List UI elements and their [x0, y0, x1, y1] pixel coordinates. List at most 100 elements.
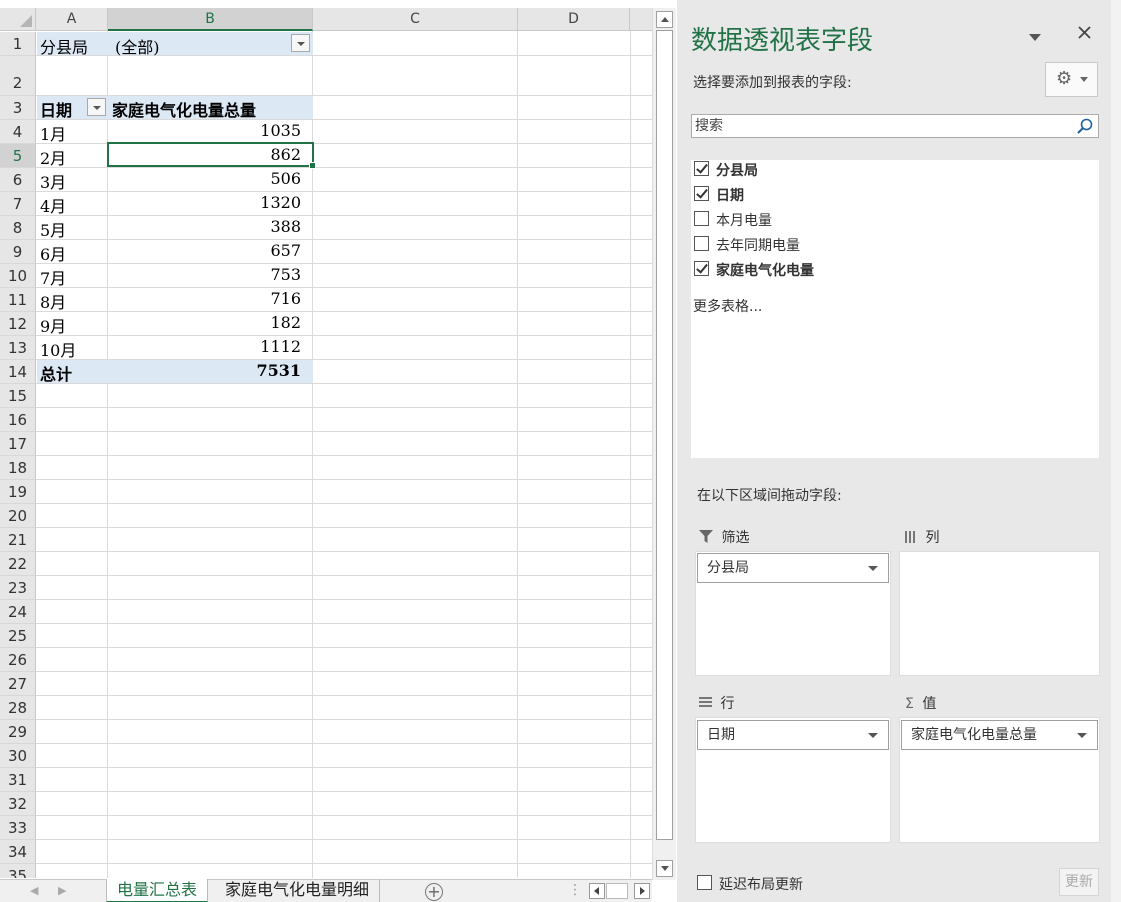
pivot-row-header-dropdown-icon[interactable]: [87, 98, 106, 116]
row-header-19[interactable]: 19: [0, 480, 36, 504]
pivot-row-value[interactable]: 1112: [108, 337, 313, 356]
row-header-27[interactable]: 27: [0, 672, 36, 696]
hscroll-left-icon[interactable]: [589, 883, 605, 899]
row-header-16[interactable]: 16: [0, 408, 36, 432]
pivot-row-label[interactable]: 9月: [40, 313, 66, 337]
chevron-down-icon[interactable]: [868, 733, 878, 738]
add-sheet-icon[interactable]: +: [425, 883, 443, 901]
pivot-row-value[interactable]: 657: [108, 241, 313, 260]
pivot-row-value[interactable]: 1035: [108, 121, 313, 140]
row-header-30[interactable]: 30: [0, 744, 36, 768]
select-all-corner[interactable]: [0, 8, 36, 31]
row-header-20[interactable]: 20: [0, 504, 36, 528]
pivot-filter-value[interactable]: (全部): [115, 34, 160, 58]
pivot-row-label[interactable]: 10月: [40, 337, 76, 361]
tab-split-handle[interactable]: ⋮: [568, 882, 582, 898]
row-header-29[interactable]: 29: [0, 720, 36, 744]
chevron-down-icon[interactable]: [868, 566, 878, 571]
row-header-5[interactable]: 5: [0, 144, 36, 168]
field-checkbox-county[interactable]: [694, 161, 709, 176]
row-header-7[interactable]: 7: [0, 192, 36, 216]
pivot-row-label[interactable]: 6月: [40, 241, 66, 265]
sheet-tab-summary[interactable]: 电量汇总表: [106, 879, 209, 902]
row-header-13[interactable]: 13: [0, 336, 36, 360]
pivot-row-header[interactable]: 日期: [40, 97, 72, 121]
tab-prev-icon[interactable]: ◀: [30, 884, 38, 897]
row-header-6[interactable]: 6: [0, 168, 36, 192]
row-header-34[interactable]: 34: [0, 840, 36, 864]
more-tables-link[interactable]: 更多表格...: [693, 296, 762, 316]
row-header-28[interactable]: 28: [0, 696, 36, 720]
row-header-1[interactable]: 1: [0, 32, 36, 56]
scrollbar-thumb[interactable]: [656, 30, 673, 840]
pivot-row-label[interactable]: 1月: [40, 121, 66, 145]
close-icon[interactable]: [1077, 24, 1092, 45]
pivot-row-label[interactable]: 2月: [40, 145, 66, 169]
row-item-date[interactable]: 日期: [697, 720, 889, 750]
search-icon[interactable]: [1077, 118, 1093, 134]
pivot-row-value[interactable]: 1320: [108, 193, 313, 212]
row-header-32[interactable]: 32: [0, 792, 36, 816]
row-header-11[interactable]: 11: [0, 288, 36, 312]
row-header-35[interactable]: 35: [0, 864, 36, 878]
chevron-down-icon[interactable]: [1077, 733, 1087, 738]
row-header-25[interactable]: 25: [0, 624, 36, 648]
pivot-filter-label[interactable]: 分县局: [40, 34, 88, 58]
pivot-row-label[interactable]: 3月: [40, 169, 66, 193]
pivot-row-value[interactable]: 182: [108, 313, 313, 332]
hscroll-thumb[interactable]: [606, 883, 628, 899]
hscroll-right-icon[interactable]: [634, 883, 650, 899]
row-header-3[interactable]: 3: [0, 96, 36, 120]
column-header-d[interactable]: D: [518, 8, 630, 31]
column-header-e[interactable]: [630, 8, 652, 31]
pivot-row-label[interactable]: 5月: [40, 217, 66, 241]
update-button[interactable]: 更新: [1059, 868, 1099, 896]
row-header-24[interactable]: 24: [0, 600, 36, 624]
row-header-26[interactable]: 26: [0, 648, 36, 672]
row-header-17[interactable]: 17: [0, 432, 36, 456]
row-header-22[interactable]: 22: [0, 552, 36, 576]
field-checkbox-household-power[interactable]: [694, 261, 709, 276]
defer-checkbox[interactable]: [697, 875, 712, 890]
column-header-a[interactable]: A: [36, 8, 108, 31]
row-header-9[interactable]: 9: [0, 240, 36, 264]
scroll-down-icon[interactable]: [656, 860, 673, 877]
dropdown-icon[interactable]: [1029, 26, 1041, 47]
field-checkbox-date[interactable]: [694, 186, 709, 201]
tools-button[interactable]: ⚙: [1045, 62, 1098, 97]
row-header-21[interactable]: 21: [0, 528, 36, 552]
row-header-10[interactable]: 10: [0, 264, 36, 288]
row-header-14[interactable]: 14: [0, 360, 36, 384]
field-search-input[interactable]: 搜索: [691, 114, 1099, 138]
pivot-row-value[interactable]: 388: [108, 217, 313, 236]
worksheet-grid[interactable]: A B C D 1 2 3 4 5 6 7 8 9 10 11 12 13 14 15 16 17 18 19 20 2…: [0, 0, 652, 878]
pivot-value-header[interactable]: 家庭电气化电量总量: [112, 97, 256, 121]
pivot-row-label[interactable]: 4月: [40, 193, 66, 217]
row-header-8[interactable]: 8: [0, 216, 36, 240]
pivot-row-value[interactable]: 753: [108, 265, 313, 284]
pivot-row-label[interactable]: 7月: [40, 265, 66, 289]
scroll-up-icon[interactable]: [656, 11, 673, 28]
tab-next-icon[interactable]: ▶: [58, 884, 66, 897]
row-header-18[interactable]: 18: [0, 456, 36, 480]
pivot-row-label[interactable]: 8月: [40, 289, 66, 313]
sheet-tab-detail[interactable]: 家庭电气化电量明细: [215, 879, 381, 902]
row-header-31[interactable]: 31: [0, 768, 36, 792]
field-checkbox-month-power[interactable]: [694, 211, 709, 226]
row-header-4[interactable]: 4: [0, 120, 36, 144]
column-header-c[interactable]: C: [313, 8, 518, 31]
vertical-scrollbar[interactable]: [652, 8, 676, 880]
column-header-b[interactable]: B: [108, 8, 313, 31]
field-checkbox-last-year-power[interactable]: [694, 236, 709, 251]
value-item-household-total[interactable]: 家庭电气化电量总量: [901, 720, 1098, 750]
active-cell-selection[interactable]: [107, 142, 316, 169]
columns-drop-area[interactable]: [899, 551, 1100, 676]
pivot-total-value[interactable]: 7531: [108, 361, 313, 380]
pivot-filter-dropdown-icon[interactable]: [291, 34, 310, 52]
pivot-total-label[interactable]: 总计: [40, 361, 72, 385]
row-header-33[interactable]: 33: [0, 816, 36, 840]
row-header-23[interactable]: 23: [0, 576, 36, 600]
row-header-2[interactable]: 2: [0, 56, 36, 96]
pivot-row-value[interactable]: 716: [108, 289, 313, 308]
row-header-15[interactable]: 15: [0, 384, 36, 408]
